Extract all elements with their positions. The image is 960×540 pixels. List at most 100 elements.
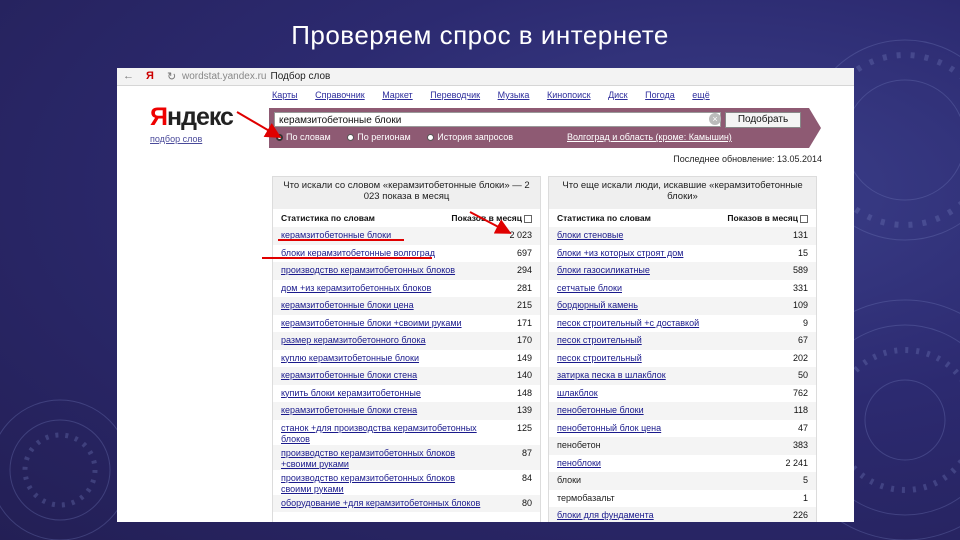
table-row: бордюрный камень 109 (549, 297, 816, 315)
impressions-count: 148 (516, 387, 532, 398)
table-row: производство керамзитобетонных блоков +с… (273, 444, 540, 470)
keyword-link[interactable]: блоки газосиликатные (557, 265, 650, 276)
logo-subtitle-link[interactable]: подбор слов (150, 134, 202, 144)
impressions-count: 140 (516, 370, 532, 380)
keyword-link[interactable]: керамзитобетонные блоки (281, 230, 391, 241)
table-row: керамзитобетонные блоки +своими руками 17… (273, 315, 540, 333)
region-selector-link[interactable]: Волгоград и область (кроме: Камышин) (567, 132, 732, 142)
keyword-link[interactable]: затирка песка в шлакблок (557, 370, 666, 381)
keyword-link[interactable]: блоки стеновые (557, 230, 623, 241)
clear-icon[interactable]: × (709, 113, 721, 125)
table-row: размер керамзитобетонного блока 170 (273, 332, 540, 350)
keyword-link[interactable]: дом +из керамзитобетонных блоков (281, 283, 431, 294)
keyword-link[interactable]: керамзитобетонные блоки стена (281, 370, 417, 381)
keyword-link[interactable]: купить блоки керамзитобетонные (281, 388, 421, 399)
keyword-link[interactable]: сетчатые блоки (557, 283, 622, 294)
keyword-link[interactable]: размер керамзитобетонного блока (281, 335, 426, 346)
impressions-count: 109 (792, 300, 808, 310)
table-row: блоки +из которых строят дом 15 (549, 245, 816, 263)
keyword-link[interactable]: керамзитобетонные блоки стена (281, 405, 417, 416)
keyword-link[interactable]: песок строительный (557, 353, 642, 364)
keyword-link[interactable]: блоки +из которых строят дом (557, 248, 683, 259)
panel-heading: Что еще искали люди, искавшие «керамзито… (549, 177, 816, 209)
related-list: блоки стеновые 131 блоки +из которых строя… (549, 227, 816, 522)
nav-link[interactable]: Кинопоиск (547, 90, 591, 100)
table-row: керамзитобетонные блоки 2 023 (273, 227, 540, 245)
radio-icon (427, 134, 435, 142)
keyword-link[interactable]: керамзитобетонные блоки +своими руками (281, 318, 462, 329)
impressions-count: 383 (792, 440, 808, 450)
slide-title: Проверяем спрос в интернете (291, 20, 669, 50)
keyword-link[interactable]: пенобетонные блоки (557, 405, 644, 416)
table-row: производство керамзитобетонных блоков св… (273, 470, 540, 495)
keyword-link[interactable]: шлакблок (557, 388, 598, 399)
table-row: песок строительный 67 (549, 332, 816, 350)
nav-link[interactable]: Карты (272, 90, 298, 100)
table-row: керамзитобетонные блоки стена 140 (273, 367, 540, 385)
keyword-link[interactable]: производство керамзитобетонных блоков (281, 265, 455, 276)
keyword-link[interactable]: производство керамзитобетонных блоков +с… (281, 448, 486, 470)
radio-history[interactable]: История запросов (427, 132, 513, 142)
impressions-count: 125 (516, 422, 532, 433)
keyword-link[interactable]: блоки керамзитобетонные волгоград (281, 248, 435, 259)
keyword-link[interactable]: блоки для фундамента (557, 510, 654, 521)
impressions-count: 281 (516, 282, 532, 293)
table-row: термобазальт 1 (549, 490, 816, 508)
keyword-link[interactable]: оборудование +для керамзитобетонных блок… (281, 498, 480, 509)
col-count-label: Показов в месяц (451, 213, 522, 223)
keyword-link[interactable]: пенобетонный блок цена (557, 423, 661, 434)
table-row: блоки 5 (549, 472, 816, 490)
nav-link[interactable]: Переводчик (430, 90, 480, 100)
impressions-count: 226 (792, 510, 808, 520)
table-row: купить блоки керамзитобетонные 148 (273, 385, 540, 403)
column-header: Статистика по словам Показов в месяц (273, 209, 540, 227)
search-input[interactable]: керамзитобетонные блоки (274, 112, 721, 127)
impressions-count: 149 (516, 352, 532, 363)
search-button[interactable]: Подобрать (725, 112, 801, 128)
back-arrow-icon[interactable]: ← (123, 70, 134, 82)
keyword-link[interactable]: термобазальт (557, 493, 615, 504)
impressions-count: 697 (516, 247, 532, 258)
download-icon[interactable] (800, 214, 808, 223)
table-row: пеноблоки 2 241 (549, 455, 816, 473)
table-row: керамзитобетонные блоки стена 139 (273, 402, 540, 420)
table-row: станок +для производства керамзитобетонн… (273, 420, 540, 445)
keyword-link[interactable]: блоки (557, 475, 581, 486)
keyword-link[interactable]: бордюрный камень (557, 300, 638, 311)
searchbar-arrow-tip (809, 108, 821, 148)
refresh-icon[interactable]: ↻ (167, 70, 176, 83)
nav-link[interactable]: Маркет (382, 90, 412, 100)
yandex-browser-icon: Я (146, 70, 154, 82)
keyword-link[interactable]: куплю керамзитобетонные блоки (281, 353, 419, 364)
impressions-count: 15 (797, 247, 808, 258)
table-row: пенобетон 383 (549, 437, 816, 455)
keyword-link[interactable]: станок +для производства керамзитобетонн… (281, 423, 486, 445)
table-row: шлакблок 762 (549, 385, 816, 403)
table-row: дом +из керамзитобетонных блоков 281 (273, 280, 540, 298)
keyword-link[interactable]: керамзитобетонные блоки цена (281, 300, 414, 311)
nav-link[interactable]: Погода (645, 90, 675, 100)
impressions-count: 139 (516, 405, 532, 415)
nav-link[interactable]: ещё (692, 90, 709, 100)
keyword-list: керамзитобетонные блоки 2 023 блоки керамз… (273, 227, 540, 512)
download-icon[interactable] (524, 214, 532, 223)
radio-by-words[interactable]: По словам (276, 132, 331, 142)
nav-link[interactable]: Справочник (315, 90, 365, 100)
impressions-count: 80 (521, 497, 532, 508)
yandex-logo[interactable]: Яндекс (150, 103, 234, 132)
table-row: песок строительный +с доставкой 9 (549, 315, 816, 333)
keyword-stats-panel: Что искали со словом «керамзитобетонные … (272, 176, 541, 522)
url-text[interactable]: wordstat.yandex.ru Подбор слов (182, 71, 330, 82)
keyword-link[interactable]: песок строительный (557, 335, 642, 346)
impressions-count: 50 (797, 370, 808, 380)
keyword-link[interactable]: производство керамзитобетонных блоков св… (281, 473, 486, 495)
table-row: сетчатые блоки 331 (549, 280, 816, 298)
radio-by-regions[interactable]: По регионам (347, 132, 411, 142)
nav-link[interactable]: Музыка (498, 90, 530, 100)
table-row: блоки для фундамента 226 (549, 507, 816, 522)
keyword-link[interactable]: песок строительный +с доставкой (557, 318, 699, 329)
keyword-link[interactable]: пеноблоки (557, 458, 601, 469)
keyword-link[interactable]: пенобетон (557, 440, 601, 451)
search-mode-radios: По словам По регионам История запросов (276, 132, 527, 142)
nav-link[interactable]: Диск (608, 90, 628, 100)
